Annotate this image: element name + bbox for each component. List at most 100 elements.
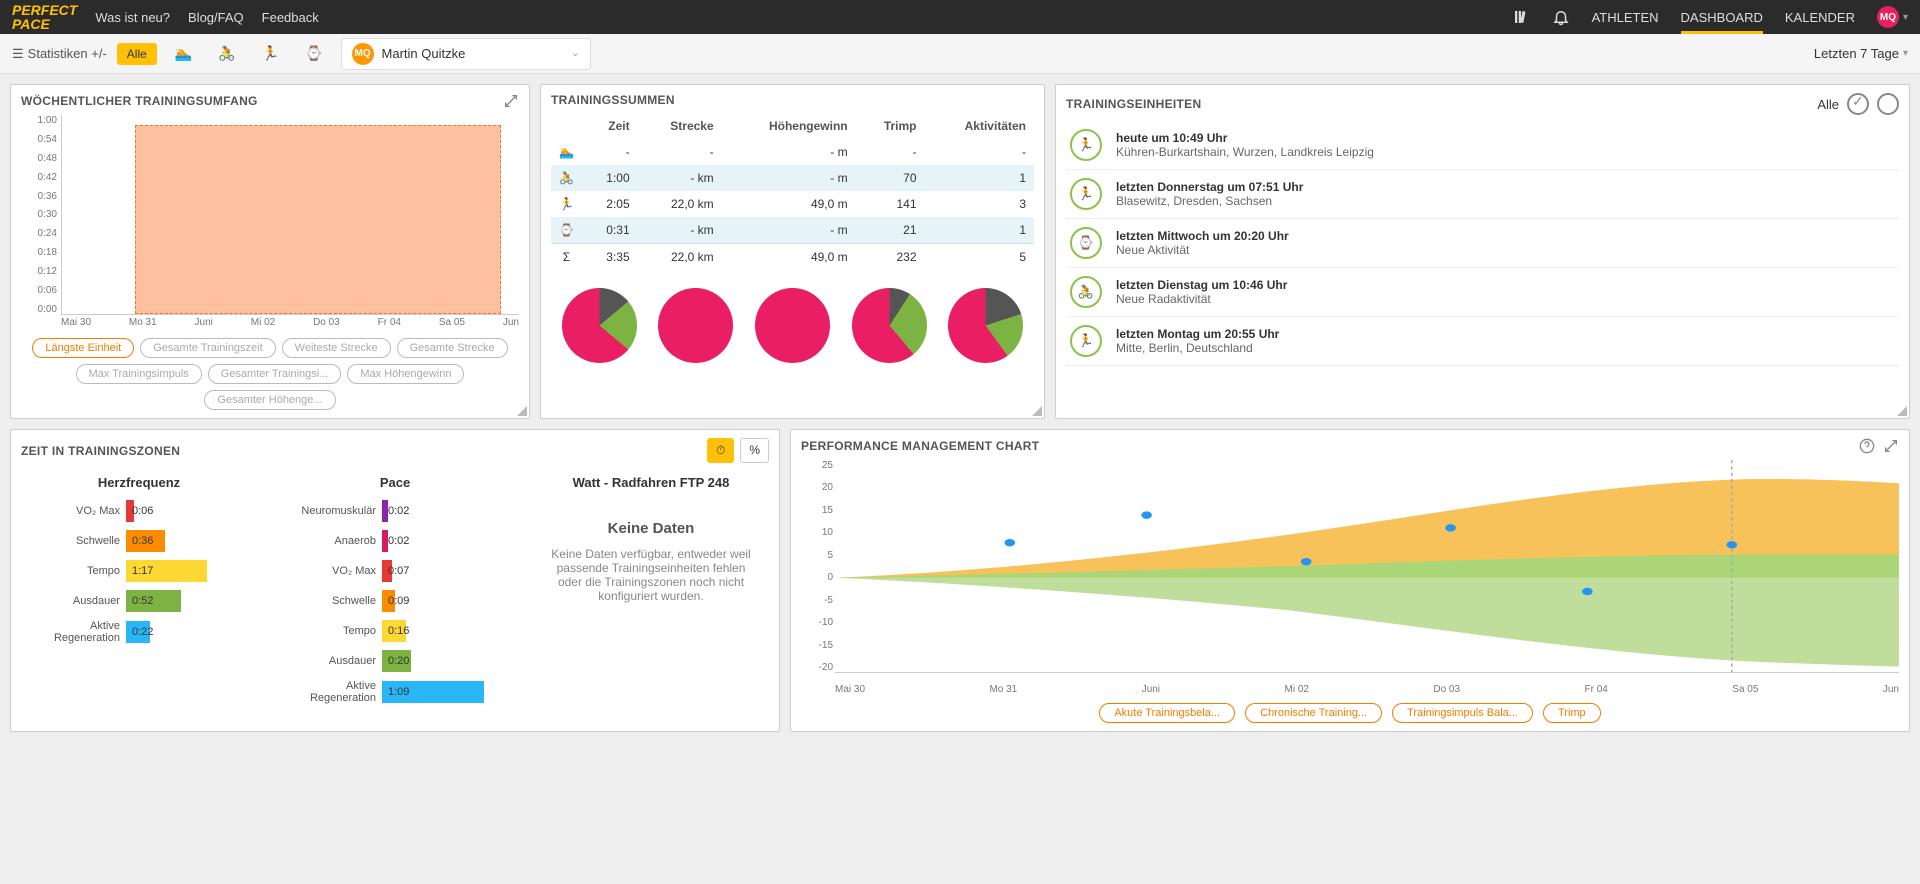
unit-item[interactable]: 🏃heute um 10:49 UhrKühren-Burkartshain, … xyxy=(1066,121,1899,170)
unit-sub: Kühren-Burkartshain, Wurzen, Landkreis L… xyxy=(1116,145,1374,159)
nav-athletes[interactable]: ATHLETEN xyxy=(1592,10,1659,25)
cell: - m xyxy=(722,217,856,244)
pmc-card: PERFORMANCE MANAGEMENT CHART 2520151050-… xyxy=(790,429,1910,732)
units-filter-all[interactable]: Alle xyxy=(1817,97,1839,112)
user-menu[interactable]: MQ ▾ xyxy=(1877,6,1908,28)
bike-icon[interactable]: 🚴 xyxy=(210,41,243,66)
nav-feedback[interactable]: Feedback xyxy=(262,10,319,25)
pmc-pill[interactable]: Akute Trainingsbela... xyxy=(1099,703,1235,723)
pmc-pill[interactable]: Trainingsimpuls Bala... xyxy=(1392,703,1533,723)
pmc-chart-area[interactable] xyxy=(835,460,1899,673)
nav-dashboard[interactable]: DASHBOARD xyxy=(1681,10,1763,34)
row-icon: 🏃 xyxy=(551,191,582,217)
unit-item[interactable]: 🚴letzten Dienstag um 10:46 UhrNeue Radak… xyxy=(1066,268,1899,317)
unit-icon: 🏃 xyxy=(1070,178,1102,210)
zone-bar: 0:16 xyxy=(382,620,406,642)
filter-all[interactable]: Alle xyxy=(117,43,157,65)
zone-bar: 0:02 xyxy=(382,530,388,552)
unit-sub: Neue Radaktivität xyxy=(1116,292,1287,306)
table-row[interactable]: 🏃2:0522,0 km49,0 m1413 xyxy=(551,191,1034,217)
table-row[interactable]: ⌚0:31- km- m211 xyxy=(551,217,1034,244)
stats-toggle[interactable]: ☰ Statistiken +/- xyxy=(12,46,107,62)
zones-btn-pct[interactable]: % xyxy=(740,438,769,463)
zones-btn-time[interactable]: ⏱ xyxy=(707,438,734,463)
zones-card: ZEIT IN TRAININGSZONEN ⏱ % Herzfrequenz … xyxy=(10,429,780,732)
ytick: 0:30 xyxy=(21,209,57,220)
ytick: 5 xyxy=(801,550,833,561)
zone-row: Tempo0:16 xyxy=(277,620,513,642)
zone-row: Neuromuskulär0:02 xyxy=(277,500,513,522)
metric-pill[interactable]: Längste Einheit xyxy=(32,338,134,358)
cell: 141 xyxy=(856,191,925,217)
table-row[interactable]: 🚴1:00- km- m701 xyxy=(551,165,1034,191)
help-icon[interactable] xyxy=(1859,438,1875,454)
library-icon[interactable] xyxy=(1512,8,1530,26)
metric-pill[interactable]: Max Trainingsimpuls xyxy=(76,364,202,384)
cell: 1:00 xyxy=(582,165,638,191)
zones-watt-title: Watt - Radfahren FTP 248 xyxy=(533,475,769,490)
pmc-pill[interactable]: Trimp xyxy=(1543,703,1601,723)
unit-title: heute um 10:49 Uhr xyxy=(1116,131,1374,145)
athlete-select[interactable]: MQ Martin Quitzke ⌄ xyxy=(341,38,591,70)
unit-item[interactable]: 🏃letzten Donnerstag um 07:51 UhrBlasewit… xyxy=(1066,170,1899,219)
unit-item[interactable]: 🏃letzten Montag um 20:55 UhrMitte, Berli… xyxy=(1066,317,1899,366)
trimp-point xyxy=(1301,558,1312,565)
ytick: 20 xyxy=(801,482,833,493)
resize-handle[interactable] xyxy=(1897,406,1907,416)
metric-pill[interactable]: Weiteste Strecke xyxy=(282,338,391,358)
resize-handle[interactable] xyxy=(517,406,527,416)
row-icon: Σ xyxy=(551,244,582,271)
cell: - m xyxy=(722,139,856,165)
expand-icon[interactable] xyxy=(503,93,519,109)
zone-label: Tempo xyxy=(277,625,382,637)
xtick: Fr 04 xyxy=(1585,684,1608,695)
xtick: Fr 04 xyxy=(378,317,401,328)
zone-bar: 0:07 xyxy=(382,560,392,582)
expand-icon[interactable] xyxy=(1883,438,1899,454)
nav-calendar[interactable]: KALENDER xyxy=(1785,10,1855,25)
metric-pill[interactable]: Max Höhengewinn xyxy=(347,364,464,384)
table-row[interactable]: 🏊--- m-- xyxy=(551,139,1034,165)
other-icon[interactable]: ⌚ xyxy=(297,41,330,66)
metric-pill[interactable]: Gesamte Strecke xyxy=(397,338,508,358)
bell-icon[interactable] xyxy=(1552,8,1570,26)
weekly-chart-area[interactable] xyxy=(61,115,519,315)
nav-blog[interactable]: Blog/FAQ xyxy=(188,10,244,25)
zone-bar: 1:17 xyxy=(126,560,207,582)
unit-icon: ⌚ xyxy=(1070,227,1102,259)
unit-item[interactable]: ⌚letzten Mittwoch um 20:20 UhrNeue Aktiv… xyxy=(1066,219,1899,268)
metric-pill[interactable]: Gesamter Höhenge... xyxy=(204,390,335,410)
table-row[interactable]: Σ3:3522,0 km49,0 m2325 xyxy=(551,244,1034,271)
ytick: 0:42 xyxy=(21,172,57,183)
nodata-body: Keine Daten verfügbar, entweder weil pas… xyxy=(543,547,759,603)
cell: 232 xyxy=(856,244,925,271)
cell: 1 xyxy=(925,217,1035,244)
xtick: Mi 02 xyxy=(251,317,275,328)
xtick: Mai 30 xyxy=(61,317,91,328)
pmc-pill[interactable]: Chronische Training... xyxy=(1245,703,1382,723)
units-filter-done[interactable] xyxy=(1847,93,1869,115)
units-filter-open[interactable] xyxy=(1877,93,1899,115)
xtick: Juni xyxy=(195,317,213,328)
run-icon[interactable]: 🏃 xyxy=(254,41,287,66)
pie-aktiv xyxy=(948,288,1023,363)
metric-pill[interactable]: Gesamter Trainingsi... xyxy=(208,364,342,384)
ytick: 0:18 xyxy=(21,247,57,258)
zone-label: Ausdauer xyxy=(277,655,382,667)
col-header: Aktivitäten xyxy=(925,113,1035,139)
pie-trimp xyxy=(852,288,927,363)
zone-row: Aktive Regeneration1:09 xyxy=(277,680,513,704)
xtick: Do 03 xyxy=(1433,684,1460,695)
trimp-point xyxy=(1582,588,1593,595)
xtick: Mo 31 xyxy=(989,684,1017,695)
date-range-select[interactable]: Letzten 7 Tage ▾ xyxy=(1814,46,1908,61)
cell: 1 xyxy=(925,165,1035,191)
nav-whats-new[interactable]: Was ist neu? xyxy=(95,10,170,25)
ytick: 0:48 xyxy=(21,153,57,164)
swim-icon[interactable]: 🏊 xyxy=(167,41,200,66)
metric-pill[interactable]: Gesamte Trainingszeit xyxy=(140,338,275,358)
resize-handle[interactable] xyxy=(1032,406,1042,416)
logo[interactable]: PERFECT PACE xyxy=(12,3,77,31)
xtick: Sa 05 xyxy=(1732,684,1758,695)
chevron-down-icon: ⌄ xyxy=(571,48,579,59)
